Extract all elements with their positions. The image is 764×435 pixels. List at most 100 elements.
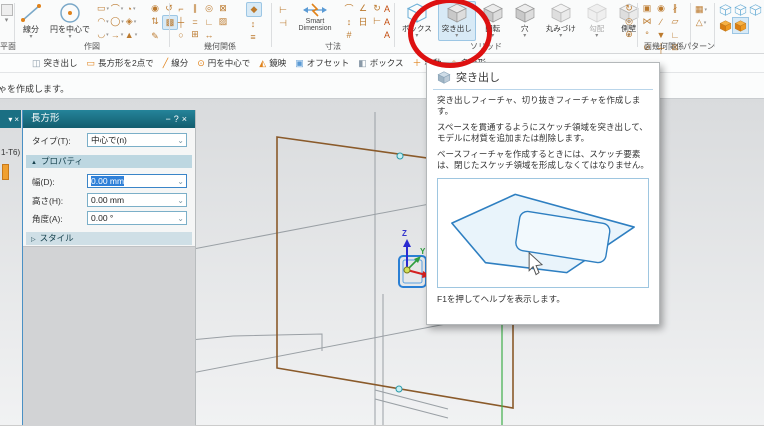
relations-grid: ⌐∥◎⊠ ┼=∟▨ ○⊞↔ — [174, 2, 232, 41]
quickbar-item[interactable]: ▭ 長方形を2点で — [87, 57, 154, 69]
face-relation-icon[interactable]: ◉ — [654, 2, 668, 15]
relation-constraint-icon[interactable]: ∟ — [202, 15, 216, 28]
face-relation-icon[interactable]: ▼ — [654, 28, 668, 41]
relation-constraint-icon[interactable]: ◎ — [202, 2, 216, 15]
quickbar-item-icon: ╱ — [163, 59, 168, 68]
face-relation-icon[interactable]: ∕ — [654, 15, 668, 28]
sketch-tool-icon[interactable]: ▲▾ — [124, 28, 138, 41]
close-icon[interactable]: × — [14, 115, 19, 124]
sketch-tool-icon[interactable]: →▾ — [110, 28, 124, 41]
chevron-down-icon: ▾ — [559, 34, 562, 39]
solid-feature-button[interactable]: 回転 ▾ — [478, 1, 508, 41]
visible-lines-view-button[interactable] — [748, 2, 763, 17]
quickbar-item[interactable]: ◭ 鏡映 — [259, 57, 286, 69]
solid-feature-button[interactable]: 突き出し ▾ — [438, 1, 476, 41]
minimize-icon[interactable]: − — [165, 114, 173, 124]
coil-tool-icon[interactable]: ◎ — [622, 15, 636, 28]
quickbar-item[interactable]: ╱ 線分 — [163, 57, 188, 69]
quickbar-item[interactable]: ▣ オフセット — [295, 57, 349, 69]
tooltip-title: 突き出し — [456, 69, 500, 85]
sketch-tool-icon[interactable]: ◡▾ — [96, 28, 110, 41]
chevron-down-icon: ⌄ — [177, 194, 184, 207]
circle-center-tool-button[interactable]: 円を中心で ▾ — [50, 2, 90, 40]
relation-constraint-icon[interactable]: ▨ — [216, 15, 230, 28]
sketch-tool-icon[interactable]: ▭▾ — [96, 2, 110, 15]
tooltip-f1-hint: F1を押してヘルプを表示します。 — [437, 293, 649, 305]
tooltip-paragraph: 突き出しフィーチャ、切り抜きフィーチャを作成します。 — [437, 95, 649, 117]
height-input[interactable]: 0.00 mm ⌄ — [87, 193, 187, 207]
coil-tool-icon[interactable]: ↻ — [622, 2, 636, 15]
relation-constraint-icon[interactable]: ┼ — [174, 15, 188, 28]
quickbar-item-label: 円を中心で — [208, 57, 251, 69]
dimension-tool-icon[interactable]: ⌒ — [342, 2, 356, 15]
dimension-tool-icon[interactable]: ↕ — [342, 15, 356, 28]
relation-constraint-icon[interactable]: ⊞ — [188, 28, 202, 41]
relation-constraint-icon[interactable]: = — [188, 15, 202, 28]
quickbar-item[interactable]: ⊙ 円を中心で — [197, 57, 250, 69]
relation-constraint-icon[interactable]: ↔ — [202, 28, 216, 41]
smart-dimension-icon — [302, 2, 328, 18]
face-relation-icon[interactable]: ∦ — [668, 2, 682, 15]
sketch-tool-icon[interactable]: ◯▾ — [110, 15, 124, 28]
angle-input[interactable]: 0.00 ° ⌄ — [87, 211, 187, 225]
chevron-down-icon: ▾ — [491, 34, 494, 39]
text-tool-icon[interactable]: A — [380, 28, 394, 41]
width-input[interactable]: 0.00 mm ⌄ — [87, 174, 187, 188]
pattern-tool-icon[interactable]: △▾ — [694, 16, 708, 29]
sketch-point[interactable] — [396, 386, 402, 392]
dimension-tool-icon[interactable]: # — [342, 28, 356, 41]
solid-feature-icon — [406, 3, 428, 23]
wireframe-view-button[interactable] — [718, 2, 733, 17]
relation-option-icon[interactable]: ↕ — [246, 17, 260, 30]
face-relation-icon[interactable]: ° — [640, 28, 654, 41]
smart-dimension-button[interactable]: Smart Dimension — [290, 2, 340, 40]
quickbar-item[interactable]: ◧ ボックス — [358, 57, 403, 69]
type-dropdown[interactable]: 中心で(n) ⌄ — [87, 133, 187, 147]
line-tool-button[interactable]: 線分 ▾ — [18, 2, 44, 40]
type-value: 中心で(n) — [91, 135, 127, 145]
face-relation-icon[interactable]: ▱ — [668, 15, 682, 28]
quickbar-item[interactable]: ◫ 突き出し — [32, 57, 78, 69]
coil-tool-icon[interactable]: ⊚ — [622, 28, 636, 41]
solid-feature-button[interactable]: 丸みづけ ▾ — [542, 1, 580, 41]
sketch-point[interactable] — [397, 153, 403, 159]
relation-constraint-icon[interactable]: ⊠ — [216, 2, 230, 15]
dimension-tool-icon[interactable]: 日 — [356, 15, 370, 28]
relation-constraint-icon[interactable]: ∥ — [188, 2, 202, 15]
dimension-tool-icon[interactable]: ∠ — [356, 2, 370, 15]
solid-feature-button[interactable]: 穴 ▾ — [510, 1, 540, 41]
shaded-view-button[interactable] — [718, 18, 733, 33]
properties-section-header[interactable]: ▲プロパティ — [26, 155, 192, 168]
relation-constraint-icon[interactable]: ⌐ — [174, 2, 188, 15]
tooltip-illustration — [437, 178, 649, 288]
sketch-tool-icon[interactable]: ⌒▾ — [110, 2, 124, 15]
style-section-header[interactable]: ▷スタイル — [26, 232, 192, 245]
help-icon[interactable]: ? — [174, 114, 182, 124]
plane-tool-button[interactable]: ▾ — [0, 4, 13, 30]
dimension-icon[interactable]: ⊢ — [276, 4, 290, 17]
relation-option-icon[interactable]: ◆ — [246, 2, 262, 17]
sketch-option-icon[interactable]: ◉ — [148, 2, 162, 15]
solid-feature-button[interactable]: ボックス ▾ — [398, 1, 436, 41]
sketch-option-icon[interactable]: ⇅ — [148, 15, 162, 28]
dimension-icon[interactable]: ⊣ — [276, 17, 290, 30]
close-icon[interactable]: × — [182, 114, 190, 124]
hidden-lines-view-button[interactable] — [733, 2, 748, 17]
text-tool-icon[interactable]: A — [380, 2, 394, 15]
solid-feature-button[interactable]: 勾配 ▾ — [582, 1, 612, 41]
shaded-edges-view-button[interactable] — [733, 18, 748, 33]
sketch-tool-icon[interactable]: ◔▾ — [124, 2, 138, 15]
pattern-tool-icon[interactable]: ▦▾ — [694, 3, 708, 16]
quickbar-item-label: 線分 — [171, 57, 188, 69]
face-relation-icon[interactable]: ⋈ — [640, 15, 654, 28]
face-relation-icon[interactable]: ▣ — [640, 2, 654, 15]
face-relation-icon[interactable]: ∟ — [668, 28, 682, 41]
chevron-down-icon[interactable]: ▾ — [8, 115, 12, 124]
sketch-tool-icon[interactable]: ◈▾ — [124, 15, 138, 28]
quickbar-item-icon: ◭ — [259, 59, 266, 68]
dialog-titlebar[interactable]: 長方形 −?× — [23, 110, 195, 128]
text-tool-icon[interactable]: A — [380, 15, 394, 28]
dialog-empty-area — [23, 246, 195, 426]
sketch-tool-icon[interactable]: ◠▾ — [96, 15, 110, 28]
relation-constraint-icon[interactable]: ○ — [174, 28, 188, 41]
